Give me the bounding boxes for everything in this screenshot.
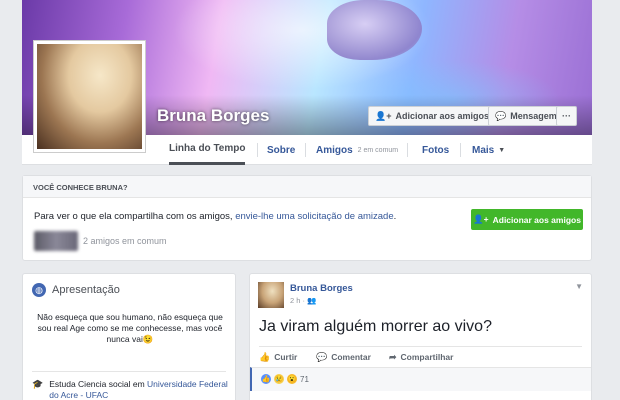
prompt-text: Para ver o que ela compartilha com os am… — [34, 211, 236, 222]
sad-reaction-icon: 😢 — [274, 374, 284, 384]
tab-about[interactable]: Sobre — [267, 135, 295, 165]
like-reaction-icon: 👍 — [261, 374, 271, 384]
education-item: 🎓 Estuda Ciencia social em Universidade … — [32, 379, 235, 400]
like-label: Curtir — [274, 352, 298, 362]
intro-panel: ◍ Apresentação Não esqueça que sou human… — [22, 273, 236, 400]
add-friend-icon: 👤+ — [375, 110, 392, 121]
caret-down-icon: ▼ — [498, 146, 506, 154]
tab-label: Linha do Tempo — [169, 143, 246, 154]
mutual-friends-thumbnails[interactable] — [34, 231, 78, 251]
add-friend-button[interactable]: 👤+ Adicionar aos amigos — [368, 106, 496, 126]
share-label: Compartilhar — [400, 352, 454, 362]
post-author-name[interactable]: Bruna Borges — [290, 283, 353, 294]
add-friend-label: Adicionar aos amigos — [395, 111, 489, 121]
thumbs-up-icon: 👍 — [259, 351, 271, 362]
add-friend-green-button[interactable]: 👤+ Adicionar aos amigos — [471, 209, 583, 230]
tab-divider — [407, 143, 408, 157]
tab-divider — [305, 143, 306, 157]
more-options-label: ··· — [562, 111, 571, 121]
divider — [259, 346, 582, 347]
tab-photos[interactable]: Fotos — [422, 135, 449, 165]
share-button[interactable]: ➦ Compartilhar — [389, 348, 453, 366]
divider — [32, 371, 226, 372]
post-timestamp[interactable]: 2 h — [290, 296, 300, 305]
comment-button[interactable]: 💬 Comentar — [316, 348, 371, 366]
friend-request-prompt: Para ver o que ela compartilha com os am… — [34, 211, 396, 222]
add-friend-label: Adicionar aos amigos — [492, 214, 581, 225]
education-text: Estuda Ciencia social em Universidade Fe… — [49, 379, 235, 400]
globe-icon: ◍ — [32, 283, 46, 297]
tab-label: Sobre — [267, 144, 296, 156]
tab-more[interactable]: Mais ▼ — [472, 135, 505, 165]
panel-heading: VOCÊ CONHECE BRUNA? — [23, 176, 591, 198]
chevron-down-icon[interactable]: ▼ — [575, 282, 583, 291]
add-friend-icon: 👤+ — [473, 214, 489, 224]
tab-divider — [460, 143, 461, 157]
reactions-bar: 👍 😢 😮 71 — [250, 367, 591, 391]
reaction-count: 71 — [300, 374, 309, 384]
tab-timeline[interactable]: Linha do Tempo — [169, 135, 246, 165]
message-button[interactable]: 💬 Mensagem — [488, 106, 564, 126]
profile-picture[interactable] — [37, 44, 142, 149]
reactions-summary[interactable]: 👍 😢 😮 71 — [261, 374, 309, 384]
prompt-text-end: . — [393, 211, 397, 222]
bio-text: Não esqueça que sou humano, não esqueça … — [37, 312, 223, 344]
post-author-avatar[interactable] — [258, 282, 284, 308]
message-label: Mensagem — [510, 111, 557, 121]
tab-label: Amigos — [316, 144, 353, 156]
post-card: Bruna Borges 2 h · 👥 ▼ Ja viram alguém m… — [249, 273, 592, 400]
share-icon: ➦ — [389, 351, 397, 362]
tab-friends[interactable]: Amigos 2 em comum — [316, 135, 398, 165]
post-meta: 2 h · 👥 — [290, 296, 316, 305]
tab-divider — [257, 143, 258, 157]
education-prefix: Estuda Ciencia social em — [49, 379, 148, 389]
messenger-icon: 💬 — [495, 110, 507, 121]
like-button[interactable]: 👍 Curtir — [259, 348, 297, 366]
do-you-know-panel: VOCÊ CONHECE BRUNA? Para ver o que ela c… — [22, 175, 592, 261]
intro-header: ◍ Apresentação — [32, 283, 120, 297]
wow-reaction-icon: 😮 — [287, 374, 297, 384]
tab-sub: 2 em comum — [357, 146, 399, 154]
tab-label: Fotos — [422, 144, 450, 156]
comment-label: Comentar — [331, 352, 371, 362]
intro-title: Apresentação — [52, 284, 120, 296]
mutual-friends-count[interactable]: 2 amigos em comum — [83, 236, 167, 246]
tab-label: Mais — [472, 144, 495, 156]
more-options-button[interactable]: ··· — [556, 106, 577, 126]
send-request-link[interactable]: envie-lhe uma solicitação de amizade — [235, 211, 393, 222]
post-text: Ja viram alguém morrer ao vivo? — [259, 318, 492, 335]
comment-icon: 💬 — [316, 351, 328, 362]
profile-picture-frame[interactable] — [33, 40, 146, 153]
profile-name[interactable]: Bruna Borges — [157, 106, 269, 126]
graduation-cap-icon: 🎓 — [32, 379, 44, 389]
people-icon: 👥 — [307, 296, 317, 305]
